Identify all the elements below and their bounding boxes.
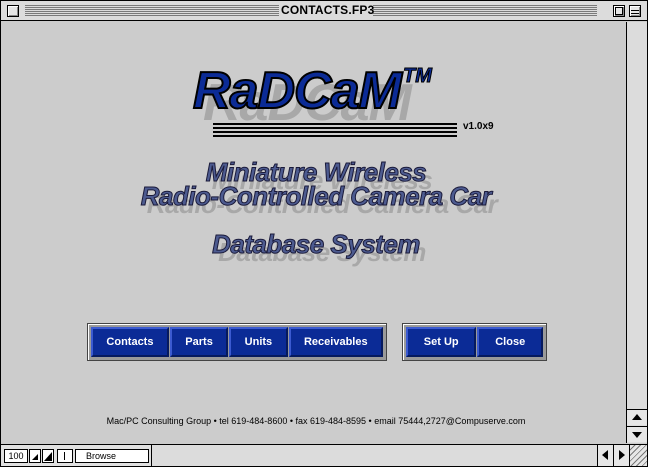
title-bar-stripes-right xyxy=(373,5,597,16)
logo-speed-lines xyxy=(213,123,457,139)
version-label: v1.0x9 xyxy=(463,121,494,132)
zoom-level[interactable]: 100 xyxy=(4,449,28,463)
trademark-mark: TM xyxy=(403,65,433,88)
resize-grip-icon[interactable] xyxy=(629,445,647,466)
contact-footer: Mac/PC Consulting Group • tel 619-484-86… xyxy=(106,416,526,426)
layout-area: RaDCaM RaDCaM TM v1.0x9 Miniature Wirele… xyxy=(7,23,625,443)
zoom-out-icon[interactable] xyxy=(29,449,41,463)
mode-selector[interactable]: Browse xyxy=(75,449,149,463)
title-bar[interactable]: CONTACTS.FP3 xyxy=(1,1,647,21)
zoom-box-icon[interactable] xyxy=(613,5,625,17)
units-button[interactable]: Units xyxy=(229,327,288,357)
status-area-toggle-icon[interactable] xyxy=(57,449,73,463)
title-bar-stripes-left xyxy=(25,5,279,16)
parts-button[interactable]: Parts xyxy=(169,327,229,357)
collapse-box-icon[interactable] xyxy=(629,5,641,17)
headline-line-3: Database System Database System xyxy=(212,229,427,268)
receivables-button[interactable]: Receivables xyxy=(288,327,384,357)
vertical-scrollbar[interactable] xyxy=(626,22,647,443)
scroll-left-arrow-icon[interactable] xyxy=(597,445,613,466)
zoom-in-icon[interactable] xyxy=(42,449,54,463)
scroll-down-arrow-icon[interactable] xyxy=(627,426,647,442)
utility-button-group: Set Up Close xyxy=(402,323,547,361)
close-button[interactable]: Close xyxy=(477,327,543,357)
headline-line-2: Radio-Controlled Camera Car Radio-Contro… xyxy=(140,181,498,220)
close-box-icon[interactable] xyxy=(7,5,19,17)
app-logo: RaDCaM RaDCaM TM xyxy=(192,61,493,151)
horizontal-scrollbar[interactable] xyxy=(151,445,597,466)
navigation-button-group: Contacts Parts Units Receivables xyxy=(87,323,387,361)
status-bar: 100 Browse xyxy=(1,444,647,466)
scroll-right-arrow-icon[interactable] xyxy=(613,445,629,466)
logo-text: RaDCaM xyxy=(192,61,403,121)
window-title: CONTACTS.FP3 xyxy=(281,3,375,17)
scroll-up-arrow-icon[interactable] xyxy=(627,409,647,425)
app-window: CONTACTS.FP3 RaDCaM RaDCaM TM v1.0x9 Min… xyxy=(0,0,648,467)
setup-button[interactable]: Set Up xyxy=(406,327,477,357)
contacts-button[interactable]: Contacts xyxy=(91,327,169,357)
